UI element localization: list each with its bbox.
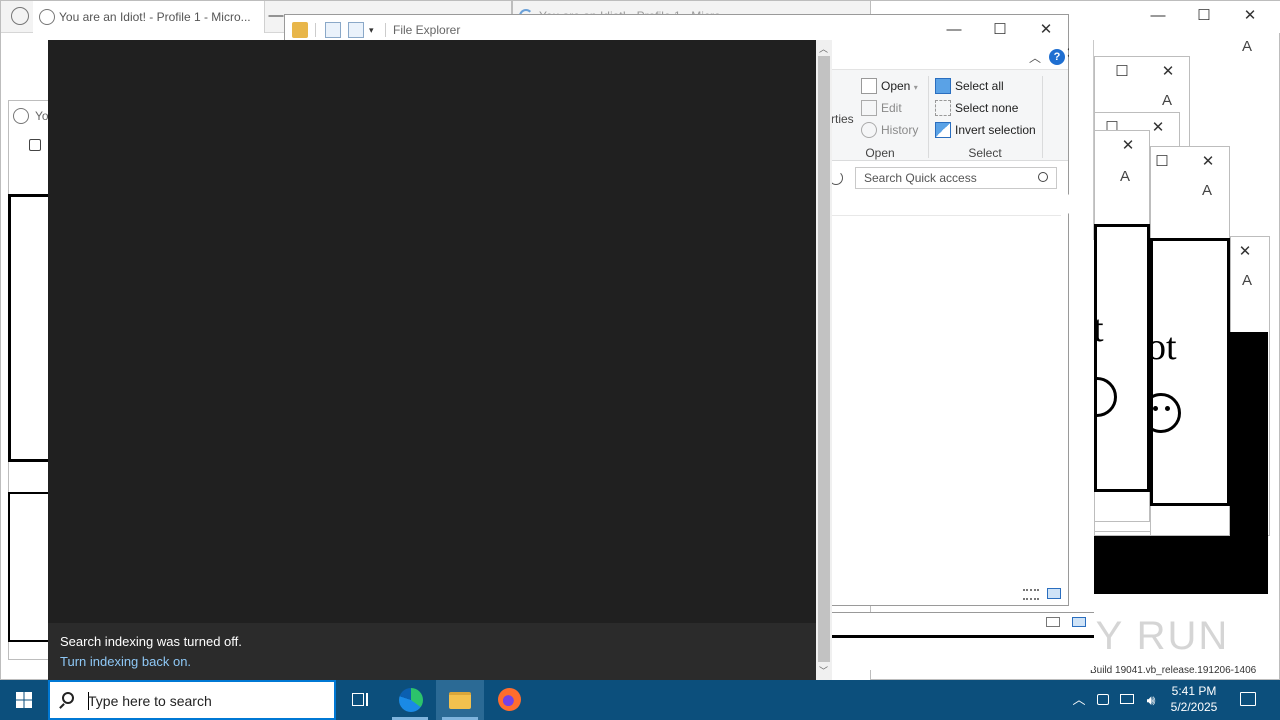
- explorer-back-edge: [1069, 40, 1094, 240]
- show-hidden-icons-button[interactable]: ︿: [1068, 680, 1090, 720]
- minimize-button[interactable]: —: [931, 15, 977, 45]
- help-icon[interactable]: ?: [1049, 49, 1065, 65]
- maximize-button[interactable]: ☐: [1099, 57, 1145, 87]
- smiley-icon: [13, 108, 29, 124]
- file-explorer-taskbar-button[interactable]: [436, 680, 484, 720]
- idiot-text: ot: [1153, 326, 1177, 368]
- indexing-notice: Search indexing was turned off. Turn ind…: [48, 623, 816, 680]
- edge-taskbar-button[interactable]: [386, 680, 434, 720]
- details-view-icon[interactable]: [1046, 617, 1060, 627]
- black-region: [1094, 536, 1268, 594]
- lock-icon: [29, 139, 41, 151]
- build-info: Build 19041.vb_release.191206-1406: [1090, 665, 1257, 676]
- search-flyout: ︿ ﹀ Search indexing was turned off. Turn…: [48, 40, 832, 680]
- edge-icon: [399, 688, 423, 712]
- explorer-back-frame: [832, 612, 1094, 670]
- window-title: File Explorer: [393, 23, 461, 37]
- task-view-button[interactable]: [336, 680, 384, 720]
- select-none-icon: [935, 100, 951, 116]
- meet-now-icon[interactable]: [1094, 680, 1112, 720]
- invert-selection-icon: [935, 122, 951, 138]
- edit-icon: [861, 100, 877, 116]
- invert-selection-button[interactable]: Invert selection: [935, 120, 1036, 140]
- smiley-icon: [39, 9, 55, 25]
- open-icon: [861, 78, 877, 94]
- minimize-button[interactable]: —: [1135, 1, 1181, 31]
- smiley-icon: [11, 7, 29, 25]
- notification-icon: [1240, 692, 1256, 706]
- browser-tab[interactable]: You are an Idiot! - Profile 1 - Micro...: [33, 1, 265, 33]
- new-folder-icon[interactable]: [348, 22, 364, 38]
- scrollbar-thumb[interactable]: [818, 56, 830, 662]
- select-group-label: Select: [968, 146, 1002, 160]
- maximize-button[interactable]: ☐: [1139, 147, 1185, 177]
- history-button[interactable]: History: [861, 120, 918, 140]
- qat-separator: [315, 23, 316, 37]
- idiot-frame-stack-3: t: [1094, 224, 1150, 492]
- clock[interactable]: 5:41 PM 5/2/2025: [1162, 680, 1226, 720]
- select-all-button[interactable]: Select all: [935, 76, 1004, 96]
- folder-icon[interactable]: [292, 22, 308, 38]
- idiot-text: t: [1094, 308, 1104, 350]
- close-button[interactable]: ✕: [1225, 237, 1265, 267]
- search-icon: [1038, 172, 1048, 182]
- network-icon[interactable]: [1116, 680, 1138, 720]
- browser-tab-title: You are an Idiot! - Profile 1 - Micro...: [59, 10, 251, 24]
- group-separator: [1042, 76, 1043, 158]
- read-aloud-icon[interactable]: A: [1155, 89, 1179, 113]
- start-button[interactable]: [0, 680, 48, 720]
- smiley-face-icon: [1097, 377, 1117, 417]
- select-all-icon: [935, 78, 951, 94]
- close-button[interactable]: ✕: [1227, 1, 1273, 31]
- close-button[interactable]: ✕: [1145, 57, 1191, 87]
- volume-icon[interactable]: 🔊︎: [1140, 680, 1162, 720]
- maximize-button[interactable]: ☐: [1181, 1, 1227, 31]
- windows-logo-icon: [16, 692, 32, 708]
- read-aloud-icon[interactable]: A: [1195, 179, 1219, 203]
- idiot-frame-stack-4: ot: [1150, 238, 1230, 506]
- taskbar-search-placeholder: Type here to search: [88, 693, 212, 709]
- history-icon: [861, 122, 877, 138]
- group-separator: [928, 76, 929, 158]
- scroll-down-arrow[interactable]: ﹀: [819, 664, 828, 677]
- read-aloud-icon[interactable]: A: [1235, 269, 1259, 293]
- black-border-line: [832, 635, 1094, 638]
- column-header-divider: [831, 215, 1061, 216]
- properties-icon[interactable]: [325, 22, 341, 38]
- task-view-icon: [352, 693, 364, 706]
- close-button[interactable]: ✕: [1023, 15, 1069, 45]
- edit-button[interactable]: Edit: [861, 98, 902, 118]
- search-icon: [62, 692, 74, 704]
- details-view-icon[interactable]: [1023, 589, 1039, 600]
- select-none-button[interactable]: Select none: [935, 98, 1018, 118]
- open-group-label: Open: [865, 146, 895, 160]
- action-center-button[interactable]: [1234, 680, 1262, 720]
- scrollbar[interactable]: ︿ ﹀: [816, 40, 832, 680]
- smiley-face-icon: [1153, 393, 1181, 433]
- collapse-ribbon-icon[interactable]: ︿: [1029, 49, 1041, 66]
- search-quick-access-input[interactable]: Search Quick access: [855, 167, 1057, 189]
- close-button[interactable]: ✕: [1185, 147, 1231, 177]
- qat-separator: [385, 23, 386, 37]
- maximize-button[interactable]: ☐: [977, 15, 1023, 45]
- taskbar: Type here to search ︿ 🔊︎ 5:41 PM 5/2/202…: [0, 680, 1280, 720]
- customize-qat-icon[interactable]: ▾: [369, 25, 374, 36]
- folder-icon: [449, 692, 471, 709]
- indexing-notice-title: Search indexing was turned off.: [60, 634, 242, 649]
- read-aloud-icon[interactable]: A: [1235, 35, 1259, 59]
- large-icons-view-icon[interactable]: [1047, 588, 1061, 599]
- search-icon-handle: [59, 703, 65, 709]
- firefox-icon: [498, 688, 521, 711]
- firefox-taskbar-button[interactable]: [484, 680, 532, 720]
- taskbar-search-box[interactable]: Type here to search: [48, 680, 336, 720]
- properties-label[interactable]: rties: [831, 112, 854, 126]
- clock-time: 5:41 PM: [1171, 684, 1217, 698]
- clock-date: 5/2/2025: [1170, 700, 1218, 714]
- read-aloud-icon[interactable]: A: [1113, 165, 1137, 189]
- scroll-up-arrow[interactable]: ︿: [819, 42, 828, 55]
- preview-view-icon[interactable]: [1072, 617, 1086, 627]
- turn-indexing-on-link[interactable]: Turn indexing back on.: [60, 654, 191, 669]
- open-button[interactable]: Open ▾: [861, 76, 918, 96]
